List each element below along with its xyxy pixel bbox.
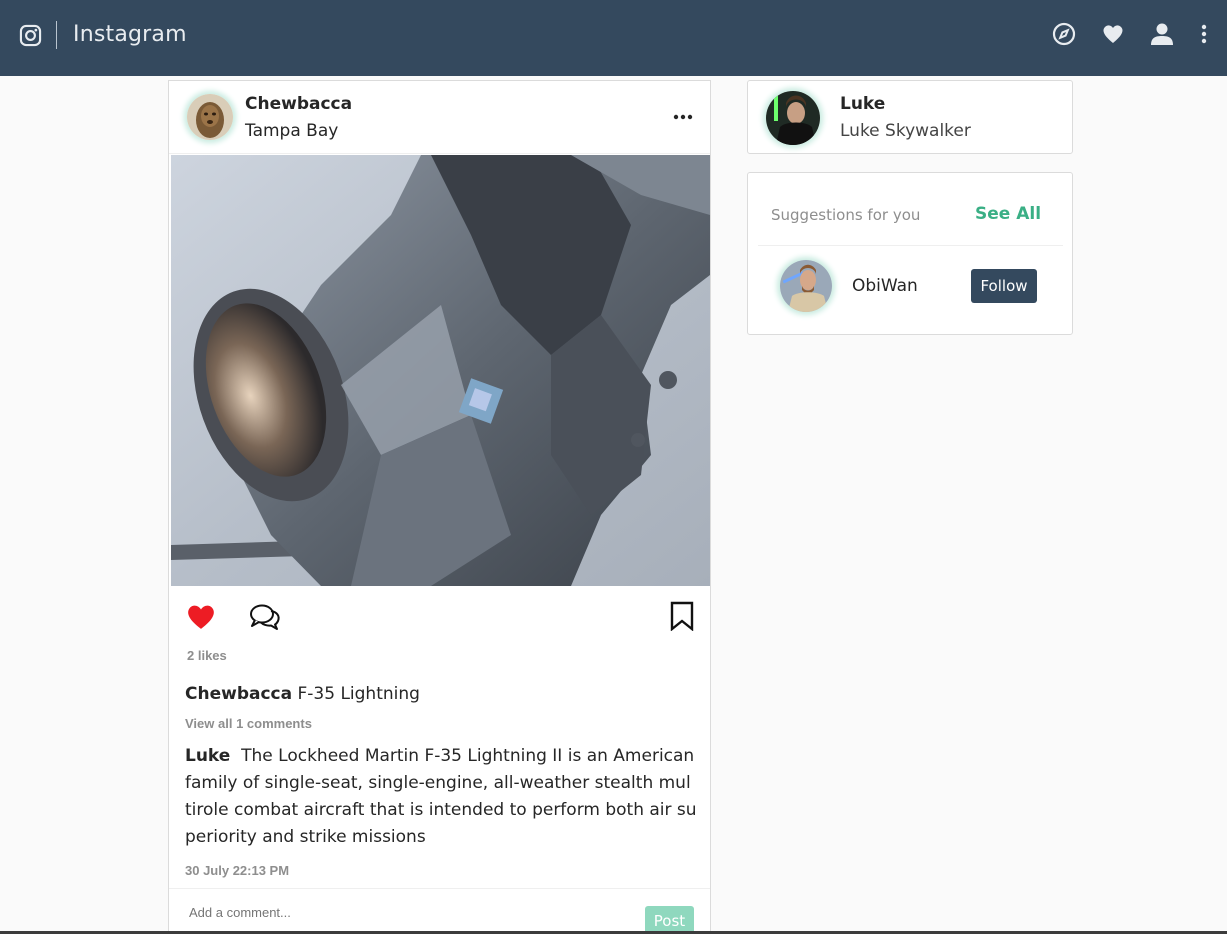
profile-icon[interactable] (1150, 22, 1174, 46)
explore-compass-icon[interactable] (1052, 22, 1076, 46)
logo-divider (56, 21, 57, 49)
comment-username[interactable]: Luke (185, 746, 230, 766)
post-options-icon[interactable] (673, 107, 693, 127)
like-count[interactable]: 2 likes (187, 648, 227, 663)
activity-heart-icon[interactable] (1101, 22, 1125, 46)
chewbacca-avatar-image (187, 94, 233, 140)
like-heart-icon[interactable] (186, 602, 216, 632)
suggestion-username[interactable]: ObiWan (852, 276, 918, 296)
f35-jet-photo (171, 155, 710, 586)
see-all-link[interactable]: See All (975, 204, 1041, 224)
instagram-logo-icon[interactable] (19, 24, 42, 47)
comment-item: Luke The Lockheed Martin F-35 Lightning … (185, 743, 697, 851)
post-image[interactable] (171, 155, 710, 586)
post-author-avatar[interactable] (187, 94, 233, 140)
top-navbar: Instagram (0, 0, 1227, 76)
post-location[interactable]: Tampa Bay (245, 121, 338, 141)
comment-bubbles-icon[interactable] (249, 602, 281, 632)
current-user-card: Luke Luke Skywalker (747, 80, 1073, 154)
post-caption: Chewbacca F-35 Lightning (185, 684, 420, 704)
post-comment-button[interactable]: Post (645, 906, 694, 934)
app-title[interactable]: Instagram (73, 22, 187, 47)
current-user-username[interactable]: Luke (840, 94, 885, 114)
obiwan-avatar-image (780, 260, 832, 312)
post-card: Chewbacca Tampa Bay 2 likes Chewbacca F-… (168, 80, 711, 934)
caption-text: F-35 Lightning (297, 684, 420, 704)
comment-input[interactable] (189, 905, 619, 920)
bookmark-icon[interactable] (669, 601, 695, 631)
suggestion-avatar[interactable] (780, 260, 832, 312)
add-comment-bar: Post (169, 888, 710, 934)
suggestions-divider (758, 245, 1063, 246)
luke-avatar-image (766, 91, 820, 145)
post-timestamp: 30 July 22:13 PM (185, 863, 290, 878)
current-user-fullname: Luke Skywalker (840, 121, 971, 141)
suggestions-title: Suggestions for you (771, 206, 921, 224)
post-header: Chewbacca Tampa Bay (169, 81, 710, 154)
caption-username[interactable]: Chewbacca (185, 684, 292, 704)
suggestions-card: Suggestions for you See All ObiWan Follo… (747, 172, 1073, 335)
more-vertical-icon[interactable] (1192, 22, 1216, 46)
current-user-avatar[interactable] (766, 91, 820, 145)
view-all-comments-link[interactable]: View all 1 comments (185, 716, 312, 731)
comment-text: The Lockheed Martin F-35 Lightning II is… (185, 746, 697, 847)
post-author-username[interactable]: Chewbacca (245, 94, 352, 114)
follow-button[interactable]: Follow (971, 269, 1037, 303)
